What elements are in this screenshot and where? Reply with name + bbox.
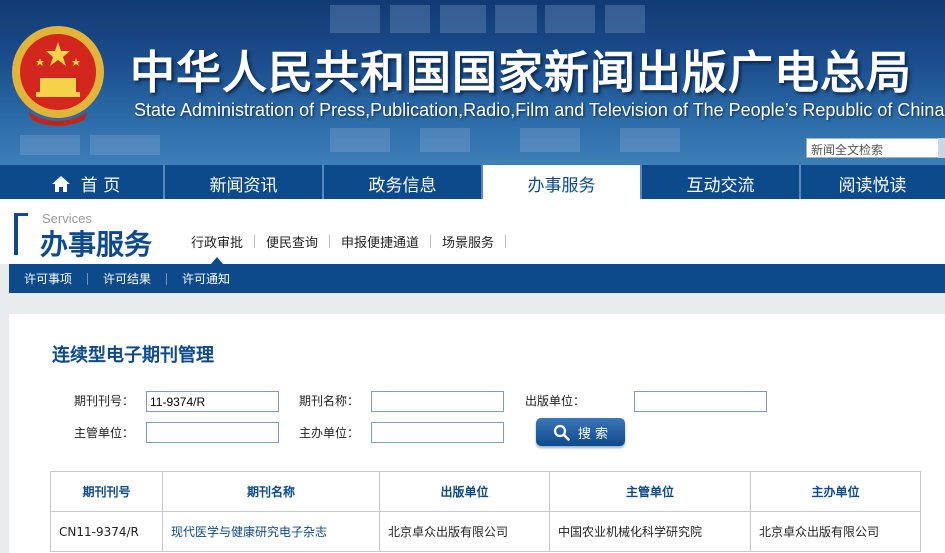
column-header: 主管单位 xyxy=(549,471,751,512)
nav-item-news[interactable]: 新闻资讯 xyxy=(165,165,322,199)
site-banner: 中华人民共和国国家新闻出版广电总局 State Administration o… xyxy=(0,0,945,165)
publisher-label: 出版单位： xyxy=(525,394,586,408)
page-title: 连续型电子期刊管理 xyxy=(52,345,214,366)
cell-supervisor: 中国农业机械化科学研究院 xyxy=(549,511,751,552)
nav-item-label: 办事服务 xyxy=(527,176,596,196)
license-tabs-bar: 许可事项 许可结果 许可通知 xyxy=(9,264,945,293)
subnav-item-scene-services[interactable]: 场景服务 xyxy=(431,232,505,251)
column-header: 期刊名称 xyxy=(162,471,380,512)
services-subnav: 行政审批 便民查询 申报便捷通道 场景服务 xyxy=(180,232,507,264)
site-subtitle: State Administration of Press,Publicatio… xyxy=(134,100,945,120)
subnav-divider xyxy=(505,235,507,248)
publisher-input[interactable] xyxy=(634,391,767,412)
search-button[interactable]: 搜 索 xyxy=(536,418,625,446)
nav-item-label: 阅读悦读 xyxy=(838,176,907,196)
search-button-label: 搜 索 xyxy=(577,426,609,442)
cell-journal-name-link[interactable]: 现代医学与健康研究电子杂志 xyxy=(162,511,380,552)
subnav-item-declaration-channel[interactable]: 申报便捷通道 xyxy=(330,232,430,251)
section-accent-bar xyxy=(14,213,18,255)
table-row: CN11-9374/R 现代医学与健康研究电子杂志 北京卓众出版有限公司 中国农… xyxy=(50,511,921,552)
active-caret-icon xyxy=(211,257,223,264)
nav-item-interaction[interactable]: 互动交流 xyxy=(642,165,799,199)
nav-item-government-affairs[interactable]: 政务信息 xyxy=(324,165,481,199)
journal-name-label: 期刊名称： xyxy=(299,394,360,408)
section-accent-bar-top xyxy=(14,213,28,216)
tab-license-items[interactable]: 许可事项 xyxy=(9,270,87,287)
column-header: 出版单位 xyxy=(379,471,550,512)
page-root: 中华人民共和国国家新闻出版广电总局 State Administration o… xyxy=(0,0,945,553)
subnav-item-label: 申报便捷通道 xyxy=(341,236,420,251)
search-icon xyxy=(553,424,570,441)
subnav-item-label: 场景服务 xyxy=(442,236,495,251)
subnav-item-label: 行政审批 xyxy=(191,236,244,251)
sponsor-label: 主办单位： xyxy=(299,426,360,440)
cell-publisher: 北京卓众出版有限公司 xyxy=(379,511,550,552)
tab-license-results[interactable]: 许可结果 xyxy=(88,270,166,287)
journal-name-input[interactable] xyxy=(371,391,504,412)
nav-item-reading[interactable]: 阅读悦读 xyxy=(801,165,944,199)
nav-item-label: 首 页 xyxy=(80,176,121,196)
nav-item-label: 新闻资讯 xyxy=(209,176,278,196)
nav-item-label: 政务信息 xyxy=(368,176,437,196)
journal-number-label: 期刊刊号： xyxy=(74,394,135,408)
nav-item-home[interactable]: 首 页 xyxy=(8,165,163,199)
cell-journal-number: CN11-9374/R xyxy=(50,511,163,552)
table-header-row: 期刊刊号 期刊名称 出版单位 主管单位 主办单位 xyxy=(50,471,921,512)
full-text-search-input[interactable]: 新闻全文检索 xyxy=(806,138,945,158)
column-header: 主办单位 xyxy=(750,471,921,512)
supervisor-input[interactable] xyxy=(146,422,279,443)
home-icon xyxy=(51,175,70,192)
subnav-item-administrative-approval[interactable]: 行政审批 xyxy=(180,232,254,264)
nav-item-services[interactable]: 办事服务 xyxy=(483,165,640,199)
site-title: 中华人民共和国国家新闻出版广电总局 xyxy=(130,46,913,99)
services-header: Services 办事服务 行政审批 便民查询 申报便捷通道 场景服务 xyxy=(0,199,945,264)
journal-number-input[interactable] xyxy=(146,391,279,412)
main-nav: 首 页 新闻资讯 政务信息 办事服务 互动交流 阅读悦读 xyxy=(0,165,945,199)
cell-sponsor: 北京卓众出版有限公司 xyxy=(750,511,921,552)
sponsor-input[interactable] xyxy=(371,422,504,443)
national-emblem-icon xyxy=(12,26,104,126)
nav-left-pad xyxy=(0,165,8,199)
tab-license-notices[interactable]: 许可通知 xyxy=(167,270,245,287)
column-header: 期刊刊号 xyxy=(50,471,163,512)
journal-results-table: 期刊刊号 期刊名称 出版单位 主管单位 主办单位 CN11-9374/R 现代医… xyxy=(50,471,921,552)
subnav-item-label: 便民查询 xyxy=(266,236,319,251)
full-text-search-button[interactable] xyxy=(938,138,945,158)
nav-item-label: 互动交流 xyxy=(686,176,755,196)
content-panel: 连续型电子期刊管理 期刊刊号： 期刊名称： 出版单位： 主管单位： 主办单位： … xyxy=(9,314,945,553)
supervisor-label: 主管单位： xyxy=(74,426,135,440)
services-zh-label: 办事服务 xyxy=(40,228,153,261)
subnav-item-public-query[interactable]: 便民查询 xyxy=(255,232,329,251)
